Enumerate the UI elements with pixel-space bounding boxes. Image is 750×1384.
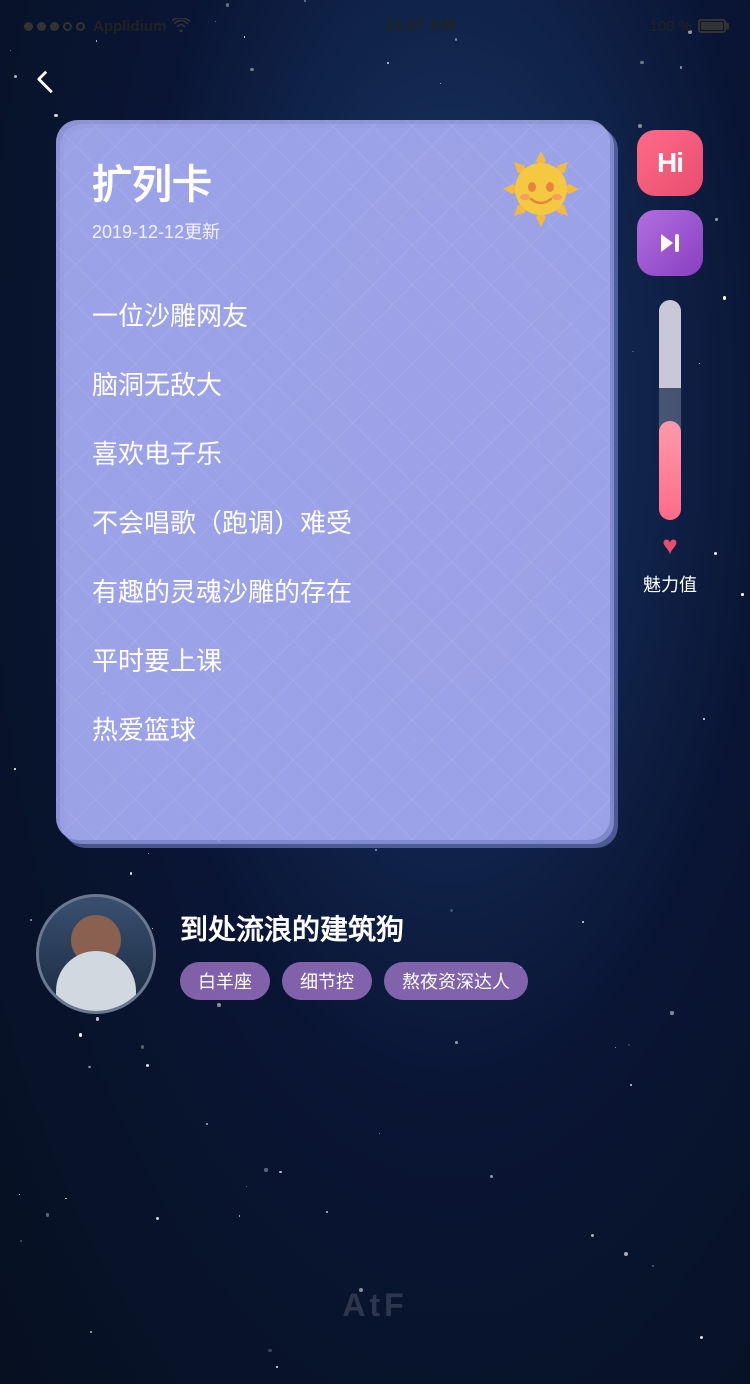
skip-forward-icon — [653, 226, 687, 260]
avatar-body — [56, 951, 136, 1011]
back-chevron-icon — [37, 71, 60, 94]
profile-info: 到处流浪的建筑狗 白羊座细节控熬夜资深达人 — [180, 908, 710, 1000]
meter-track — [659, 300, 681, 520]
card-title: 扩列卡 — [92, 152, 574, 210]
battery-percent: 100 % — [649, 18, 692, 35]
right-sidebar: Hi ♥ 魅力值 — [630, 120, 710, 840]
profile-section: 到处流浪的建筑狗 白羊座细节控熬夜资深达人 — [0, 864, 750, 1044]
battery-icon — [698, 19, 726, 33]
avatar-person — [39, 897, 153, 1011]
status-left: Applidium — [24, 18, 190, 35]
card-item: 一位沙雕网友 — [92, 280, 574, 349]
signal-dot-3 — [50, 22, 59, 31]
status-right: 100 % — [649, 18, 726, 35]
signal-dot-4 — [63, 22, 72, 31]
card-item: 脑洞无敌大 — [92, 349, 574, 418]
status-bar: Applidium 11:27 AM 100 % — [0, 0, 750, 44]
charm-meter: ♥ 魅力值 — [643, 300, 697, 597]
meter-fill — [659, 421, 681, 520]
card-item: 喜欢电子乐 — [92, 418, 574, 487]
wifi-icon — [172, 18, 190, 35]
profile-tags: 白羊座细节控熬夜资深达人 — [180, 962, 710, 1000]
signal-dot-1 — [24, 22, 33, 31]
profile-tag: 熬夜资深达人 — [384, 962, 528, 1000]
atf-watermark: AtF — [342, 1287, 407, 1324]
profile-name: 到处流浪的建筑狗 — [180, 908, 710, 948]
card-item: 热爱篮球 — [92, 694, 574, 763]
card-item: 平时要上课 — [92, 625, 574, 694]
card-items-list: 一位沙雕网友脑洞无敌大喜欢电子乐不会唱歌（跑调）难受有趣的灵魂沙雕的存在平时要上… — [92, 280, 574, 763]
card-stack: 扩列卡 2019-12-12更新 一位沙雕网友脑洞无敌大喜欢电子乐不会唱歌（跑调… — [56, 120, 610, 840]
card-item: 有趣的灵魂沙雕的存在 — [92, 556, 574, 625]
expand-card: 扩列卡 2019-12-12更新 一位沙雕网友脑洞无敌大喜欢电子乐不会唱歌（跑调… — [56, 120, 610, 840]
profile-tag: 细节控 — [282, 962, 372, 1000]
card-date: 2019-12-12更新 — [92, 218, 574, 244]
avatar — [36, 894, 156, 1014]
status-time: 11:27 AM — [386, 17, 455, 35]
charm-label: 魅力值 — [643, 571, 697, 597]
hi-button[interactable]: Hi — [637, 130, 703, 196]
carrier-name: Applidium — [93, 18, 166, 35]
main-content: 扩列卡 2019-12-12更新 一位沙雕网友脑洞无敌大喜欢电子乐不会唱歌（跑调… — [0, 100, 750, 840]
card-item: 不会唱歌（跑调）难受 — [92, 487, 574, 556]
back-button[interactable] — [30, 64, 66, 100]
play-button[interactable] — [637, 210, 703, 276]
heart-icon: ♥ — [662, 530, 677, 561]
signal-dot-2 — [37, 22, 46, 31]
signal-dot-5 — [76, 22, 85, 31]
profile-tag: 白羊座 — [180, 962, 270, 1000]
